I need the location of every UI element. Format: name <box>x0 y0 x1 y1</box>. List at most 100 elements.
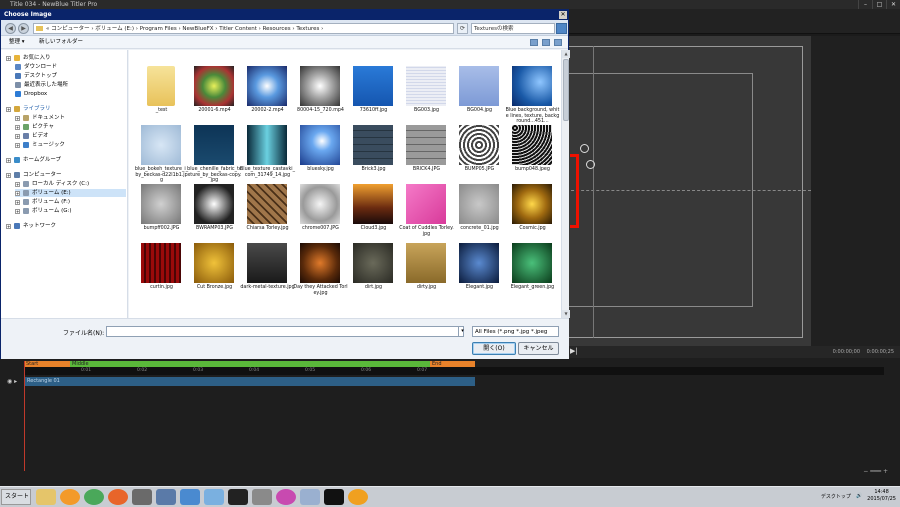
file-item[interactable]: 20001-6.mp4 <box>187 66 239 126</box>
expand-icon[interactable]: + <box>6 55 11 61</box>
file-item[interactable]: blue_chenille_fabric_texture_by_beckas-c… <box>187 125 242 185</box>
file-item[interactable]: 20002-2.mp4 <box>240 66 292 126</box>
file-item[interactable]: dirt.jpg <box>346 243 398 303</box>
expand-icon[interactable]: + <box>6 106 11 112</box>
file-item[interactable]: BG004.jpg <box>452 66 504 126</box>
new-folder-button[interactable]: 新しいフォルダー <box>39 36 83 49</box>
scroll-up-icon[interactable]: ▲ <box>562 50 570 58</box>
maximize-button[interactable]: □ <box>872 0 886 9</box>
app-icon[interactable] <box>252 489 272 505</box>
rotate-handle-icon[interactable] <box>580 144 589 153</box>
start-button[interactable]: スタート <box>1 489 31 505</box>
search-input[interactable]: Texturesの検索 <box>471 23 555 34</box>
app-icon[interactable] <box>180 489 200 505</box>
app-icon[interactable] <box>300 489 320 505</box>
nav-item[interactable]: + ピクチャ <box>15 123 126 131</box>
expand-icon[interactable]: + <box>15 181 20 187</box>
nav-item[interactable]: + ボリューム (F:) <box>15 198 126 206</box>
file-item[interactable]: Cut Bronze.jpg <box>187 243 239 303</box>
file-item[interactable]: 73610ff.jpg <box>346 66 398 126</box>
file-item[interactable]: 80004-15_720.mp4 <box>293 66 345 126</box>
app-icon[interactable] <box>156 489 176 505</box>
search-icon[interactable] <box>556 23 567 34</box>
view-mode-icon[interactable] <box>530 39 538 46</box>
browser-icon[interactable] <box>108 489 128 505</box>
filetype-select[interactable]: All Files (*.png *.jpg *.jpeg <box>472 326 559 337</box>
nav-item[interactable]: + ビデオ <box>15 132 126 140</box>
file-item[interactable]: Cloud3.jpg <box>346 184 398 244</box>
file-item[interactable]: _test <box>134 66 186 126</box>
organize-menu[interactable]: 整理 ▾ <box>9 36 25 49</box>
volume-icon[interactable]: 🔊 <box>856 493 862 499</box>
nav-item[interactable]: + ホームグループ <box>6 156 126 164</box>
file-list-scrollbar[interactable]: ▲ ▼ <box>561 50 570 318</box>
file-item[interactable]: dark-metal-texture.jpg <box>240 243 295 303</box>
nav-item[interactable]: + コンピューター <box>6 171 126 179</box>
nav-item[interactable]: + ライブラリ <box>6 105 126 113</box>
nav-item[interactable]: Dropbox <box>15 90 126 98</box>
forward-button[interactable]: ▶ <box>18 23 29 34</box>
file-item[interactable]: Elegant.jpg <box>452 243 504 303</box>
nav-item[interactable]: デスクトップ <box>15 72 126 80</box>
file-item[interactable]: dirty.jpg <box>399 243 451 303</box>
file-item[interactable]: BUMP05.JPG <box>452 125 504 185</box>
file-item[interactable]: bluesky.jpg <box>293 125 345 185</box>
zoom-controls[interactable]: − ━━━ + <box>863 468 888 475</box>
nav-item[interactable]: + ボリューム (G:) <box>15 207 126 215</box>
app-icon[interactable] <box>204 489 224 505</box>
expand-icon[interactable]: + <box>15 208 20 214</box>
app-icon[interactable] <box>348 489 368 505</box>
open-button[interactable]: 開く(O) <box>472 342 516 355</box>
file-item[interactable]: Chiarsa Torley.jpg <box>240 184 292 244</box>
scroll-down-icon[interactable]: ▼ <box>562 310 570 318</box>
explorer-icon[interactable] <box>36 489 56 505</box>
tray-text[interactable]: デスクトップ <box>821 493 851 500</box>
dialog-close-button[interactable]: ✕ <box>559 11 567 19</box>
file-item[interactable]: Brick3.jpg <box>346 125 398 185</box>
file-item[interactable]: curtin.jpg <box>134 243 186 303</box>
back-button[interactable]: ◀ <box>5 23 16 34</box>
expand-icon[interactable]: + <box>15 133 20 139</box>
nav-item[interactable]: 最近表示した場所 <box>15 81 126 89</box>
nav-item[interactable]: ダウンロード <box>15 63 126 71</box>
file-item[interactable]: Day they Attacked Torley.jpg <box>293 243 348 303</box>
file-item[interactable]: chrome007.JPG <box>293 184 345 244</box>
file-item[interactable]: Coat of Cuddles Torley.jpg <box>399 184 454 244</box>
expand-icon[interactable]: + <box>15 124 20 130</box>
file-item[interactable]: Elegant_green.jpg <box>505 243 557 303</box>
nav-item[interactable]: + ミュージック <box>15 141 126 149</box>
file-item[interactable]: Blue_texture_castavki_com_31749_14.jpg <box>240 125 295 185</box>
clock[interactable]: 14:48 2015/07/25 <box>867 489 896 503</box>
filename-dropdown-icon[interactable]: ▾ <box>458 326 466 337</box>
file-item[interactable]: concrete_01.jpg <box>452 184 504 244</box>
breadcrumb[interactable]: « コンピューター › ボリューム (E:) › Program Files ›… <box>33 23 454 34</box>
expand-icon[interactable]: + <box>6 172 11 178</box>
preview-canvas[interactable] <box>566 36 811 346</box>
expand-icon[interactable]: + <box>6 223 11 229</box>
file-item[interactable]: Cosmic.jpg <box>505 184 557 244</box>
play-end-icon[interactable]: ▶| <box>570 347 578 355</box>
file-item[interactable]: Blue background, white lines, texture, b… <box>505 66 559 126</box>
file-item[interactable]: BRICK4.JPG <box>399 125 451 185</box>
nav-item[interactable]: + ドキュメント <box>15 114 126 122</box>
nav-item[interactable]: + ボリューム (E:) <box>15 189 126 197</box>
file-item[interactable]: BG003.jpg <box>399 66 451 126</box>
filename-input[interactable] <box>106 326 464 337</box>
file-item[interactable]: bumpff002.JPG <box>134 184 186 244</box>
expand-icon[interactable]: + <box>6 157 11 163</box>
app-icon[interactable] <box>276 489 296 505</box>
preview-pane-icon[interactable] <box>542 39 550 46</box>
refresh-button[interactable]: ⟳ <box>457 23 468 34</box>
file-item[interactable]: blue_bokeh_texture_i_by_beckas-d22l1b1.j… <box>134 125 188 185</box>
file-item[interactable]: bump048.jpeg <box>505 125 557 185</box>
timeline-ruler[interactable]: 0:01 0:02 0:03 0:04 0:05 0:06 0:07 <box>24 367 884 375</box>
visibility-eye-icon[interactable]: ◉ ▸ <box>7 378 17 385</box>
close-button[interactable]: ✕ <box>886 0 900 9</box>
help-icon[interactable] <box>554 39 562 46</box>
nav-item[interactable]: + ネットワーク <box>6 222 126 230</box>
nav-item[interactable]: + お気に入り <box>6 54 126 62</box>
cancel-button[interactable]: キャンセル <box>518 342 559 355</box>
terminal-icon[interactable] <box>228 489 248 505</box>
nav-item[interactable]: + ローカル ディスク (C:) <box>15 180 126 188</box>
app-icon[interactable] <box>132 489 152 505</box>
